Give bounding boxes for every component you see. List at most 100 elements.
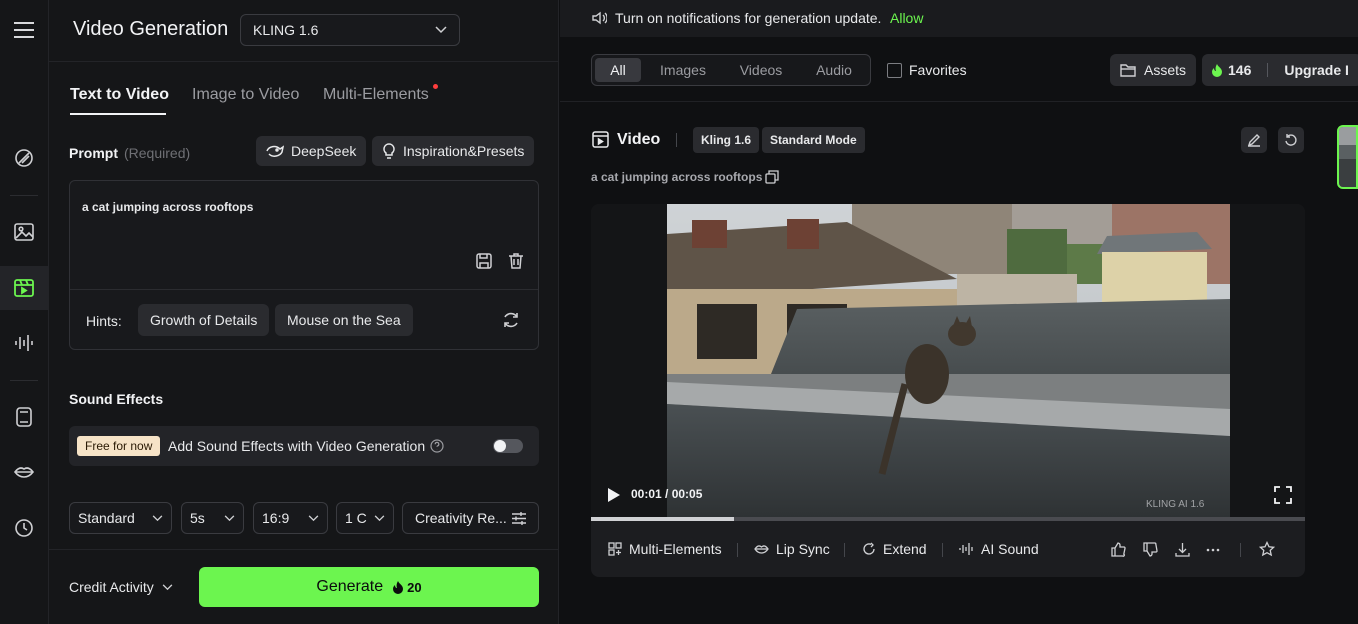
output-count-value: 1 C: [345, 510, 367, 526]
sound-effects-row: Free for now Add Sound Effects with Vide…: [69, 426, 539, 466]
generate-button[interactable]: Generate 20: [199, 567, 539, 607]
chevron-down-icon: [308, 514, 319, 522]
free-badge: Free for now: [77, 436, 161, 456]
brush-magic-icon[interactable]: [0, 136, 48, 180]
asset-filter-tabs: All Images Videos Audio: [591, 54, 871, 86]
edit-icon[interactable]: [1241, 127, 1267, 153]
history-thumbnail[interactable]: [1337, 125, 1358, 189]
deepseek-button[interactable]: DeepSeek: [256, 136, 367, 166]
creativity-label: Creativity Re...: [415, 510, 507, 526]
video-frame: [667, 204, 1230, 518]
lip-sync-label: Lip Sync: [776, 541, 830, 557]
lip-sync-action[interactable]: Lip Sync: [754, 541, 830, 557]
thumbs-down-icon[interactable]: [1143, 542, 1158, 557]
download-icon[interactable]: [1175, 542, 1190, 557]
favorites-checkbox[interactable]: [887, 62, 902, 78]
thumbs-up-icon[interactable]: [1111, 542, 1126, 557]
chevron-down-icon: [224, 514, 235, 522]
prompt-text[interactable]: a cat jumping across rooftops: [82, 200, 253, 214]
result-type-label: Video: [617, 131, 661, 148]
allow-notifications-link[interactable]: Allow: [890, 10, 923, 26]
hints-label: Hints:: [86, 313, 122, 329]
favorites-label: Favorites: [909, 62, 967, 78]
flame-icon: [1212, 63, 1222, 77]
star-favorite-icon[interactable]: [1259, 541, 1275, 557]
copy-icon[interactable]: [765, 170, 779, 184]
assets-label: Assets: [1144, 62, 1187, 78]
output-count-select[interactable]: 1 C: [336, 502, 394, 534]
lips-icon[interactable]: [0, 450, 48, 494]
filter-tab-audio[interactable]: Audio: [804, 58, 864, 82]
credits-balance: 146: [1228, 62, 1252, 78]
icon-rail: [0, 0, 49, 624]
chevron-down-icon: [374, 514, 385, 522]
prompt-textarea[interactable]: a cat jumping across rooftops Hints: Gro…: [69, 180, 539, 350]
tab-multi-elements[interactable]: Multi-Elements: [323, 86, 429, 104]
hint-chip[interactable]: Growth of Details: [138, 304, 270, 336]
audio-wave-icon[interactable]: [0, 321, 48, 365]
extend-action[interactable]: Extend: [862, 541, 927, 557]
save-prompt-icon[interactable]: [474, 251, 494, 271]
audio-wave-icon: [959, 542, 974, 556]
prompt-required: (Required): [124, 145, 191, 161]
multi-elements-label: Multi-Elements: [629, 541, 722, 557]
image-icon[interactable]: [0, 210, 48, 254]
aspect-ratio-select[interactable]: 16:9: [253, 502, 328, 534]
prompt-label: Prompt: [69, 145, 118, 161]
flame-icon: [393, 580, 404, 594]
credit-activity-button[interactable]: Credit Activity: [69, 579, 173, 595]
video-watermark: KLING AI 1.6: [1146, 499, 1205, 510]
tab-image-to-video[interactable]: Image to Video: [192, 86, 299, 104]
deepseek-label: DeepSeek: [291, 143, 357, 159]
duration-value: 5s: [190, 510, 205, 526]
aspect-ratio-value: 16:9: [262, 510, 290, 526]
avatar-frame-icon[interactable]: [0, 395, 48, 439]
inspiration-label: Inspiration&Presets: [403, 143, 525, 159]
video-result-card: 00:01 / 00:05 KLING AI 1.6 Multi-Element…: [591, 204, 1305, 577]
credits-upgrade-button[interactable]: 146 Upgrade I: [1202, 54, 1358, 86]
assets-button[interactable]: Assets: [1110, 54, 1197, 86]
notification-bar: Turn on notifications for generation upd…: [560, 0, 1358, 37]
refresh-hints-icon[interactable]: [501, 310, 521, 330]
chevron-down-icon: [162, 583, 173, 591]
deepseek-whale-icon: [266, 144, 284, 158]
history-clock-icon[interactable]: [0, 506, 48, 550]
lips-icon: [754, 543, 769, 555]
duration-select[interactable]: 5s: [181, 502, 244, 534]
video-player[interactable]: 00:01 / 00:05 KLING AI 1.6: [591, 204, 1305, 518]
page-title: Video Generation: [73, 18, 229, 40]
trash-icon[interactable]: [506, 251, 526, 271]
help-icon[interactable]: [430, 439, 444, 453]
lightbulb-icon: [382, 143, 396, 159]
play-icon[interactable]: [607, 487, 621, 503]
video-icon[interactable]: [0, 266, 48, 310]
quality-select[interactable]: Standard: [69, 502, 172, 534]
new-indicator-dot: [433, 84, 438, 89]
regenerate-icon[interactable]: [1278, 127, 1304, 153]
filter-tab-all[interactable]: All: [595, 58, 641, 82]
divider: [1267, 63, 1269, 77]
multi-elements-action[interactable]: Multi-Elements: [608, 541, 722, 557]
sound-effects-text: Add Sound Effects with Video Generation: [168, 438, 426, 454]
model-select[interactable]: KLING 1.6: [240, 14, 460, 46]
creativity-settings[interactable]: Creativity Re...: [402, 502, 539, 534]
filter-tab-images[interactable]: Images: [648, 58, 718, 82]
model-select-value: KLING 1.6: [253, 22, 319, 38]
fullscreen-icon[interactable]: [1274, 486, 1292, 504]
filter-tab-videos[interactable]: Videos: [726, 58, 796, 82]
result-prompt: a cat jumping across rooftops: [591, 170, 763, 184]
grid-add-icon: [608, 542, 622, 556]
ai-sound-label: AI Sound: [981, 541, 1039, 557]
generate-label: Generate: [316, 578, 384, 595]
hint-chip[interactable]: Mouse on the Sea: [275, 304, 413, 336]
video-progress-bar[interactable]: [591, 517, 1305, 521]
inspiration-presets-button[interactable]: Inspiration&Presets: [372, 136, 535, 166]
more-options-icon[interactable]: [1206, 548, 1220, 552]
sound-effects-toggle[interactable]: [493, 439, 523, 453]
sliders-icon: [512, 511, 526, 525]
favorites-filter[interactable]: Favorites: [887, 62, 967, 78]
extend-label: Extend: [883, 541, 927, 557]
menu-icon[interactable]: [0, 8, 48, 52]
ai-sound-action[interactable]: AI Sound: [959, 541, 1039, 557]
tab-text-to-video[interactable]: Text to Video: [70, 86, 169, 104]
